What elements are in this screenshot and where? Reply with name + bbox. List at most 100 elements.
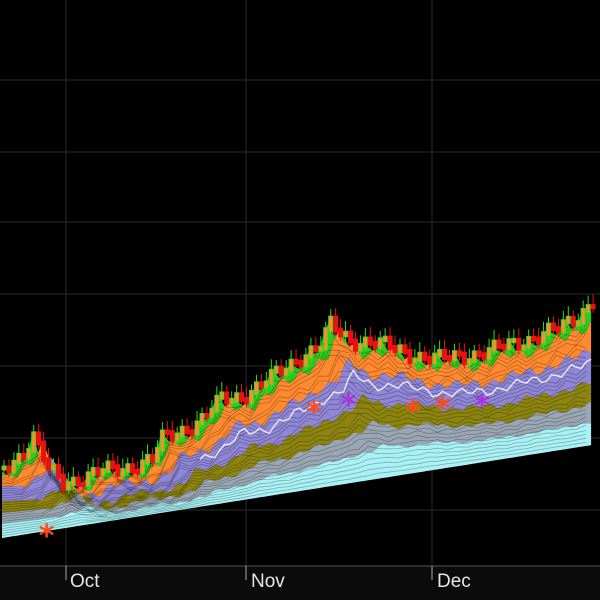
candle-body bbox=[288, 358, 294, 373]
candle-body bbox=[392, 345, 398, 354]
signal-marker-5: * bbox=[474, 389, 490, 424]
candle-body bbox=[501, 343, 507, 351]
candle-body bbox=[239, 392, 245, 402]
candle-body bbox=[105, 460, 111, 474]
candle-body bbox=[70, 476, 76, 487]
candle-body bbox=[546, 322, 551, 337]
candle-body bbox=[293, 358, 299, 365]
candle-body bbox=[476, 350, 482, 358]
candle-body bbox=[451, 350, 457, 362]
candle-body bbox=[154, 446, 160, 464]
candle-body bbox=[1, 465, 7, 471]
candle-body bbox=[536, 336, 542, 345]
candle-body bbox=[174, 432, 180, 442]
candle-body bbox=[229, 397, 235, 405]
candle-body bbox=[140, 459, 146, 475]
candle-body bbox=[51, 463, 56, 471]
candle-body bbox=[60, 473, 66, 491]
candle-body bbox=[491, 339, 497, 353]
candle-body bbox=[31, 431, 37, 454]
price-chart[interactable]: * * * * * * Oct Nov Dec bbox=[0, 0, 600, 600]
candle-body bbox=[343, 330, 349, 338]
candle-body bbox=[318, 345, 324, 353]
candle-body bbox=[486, 347, 492, 361]
candle-body bbox=[407, 349, 413, 365]
candle-body bbox=[308, 345, 314, 360]
candle-body bbox=[26, 448, 32, 461]
candle-body bbox=[447, 355, 452, 362]
candle-body bbox=[65, 481, 71, 491]
candle-body bbox=[214, 394, 220, 413]
candle-body bbox=[224, 391, 230, 405]
candle-body bbox=[362, 336, 368, 348]
x-tick-label-nov: Nov bbox=[251, 571, 285, 592]
candle-body bbox=[11, 459, 17, 474]
candle-body bbox=[268, 368, 274, 386]
candle-body bbox=[125, 463, 131, 474]
candle-body bbox=[164, 429, 170, 436]
candle-body bbox=[130, 463, 136, 474]
candle-body bbox=[204, 412, 210, 419]
candle-body bbox=[575, 320, 581, 327]
candle-body bbox=[550, 322, 556, 332]
candle-body bbox=[6, 465, 12, 474]
candle-body bbox=[278, 365, 284, 377]
candle-body bbox=[565, 315, 571, 325]
candle-body bbox=[585, 304, 591, 314]
candle-body bbox=[367, 336, 373, 346]
candle-body bbox=[120, 468, 126, 477]
candle-body bbox=[442, 349, 448, 361]
candle-body bbox=[412, 357, 418, 365]
candle-body bbox=[338, 327, 344, 338]
candle-body bbox=[313, 345, 319, 353]
candle-body bbox=[80, 481, 86, 488]
candle-body bbox=[199, 412, 205, 426]
candle-body bbox=[461, 351, 467, 366]
candle-body bbox=[323, 327, 329, 351]
signal-marker-1: * bbox=[306, 395, 322, 430]
candle-body bbox=[46, 457, 52, 471]
candle-body bbox=[348, 330, 353, 344]
candle-body bbox=[328, 315, 334, 333]
candle-body bbox=[100, 468, 106, 477]
candle-body bbox=[456, 350, 462, 357]
x-tick-label-dec: Dec bbox=[437, 571, 471, 592]
candle-body bbox=[531, 335, 537, 342]
x-tick-label-oct: Oct bbox=[70, 571, 100, 592]
candle-body bbox=[352, 338, 358, 352]
candle-body bbox=[145, 453, 151, 465]
candle-body bbox=[21, 452, 27, 461]
candle-body bbox=[95, 467, 101, 477]
candle-body bbox=[417, 351, 423, 363]
candle-body bbox=[244, 396, 250, 405]
signal-marker-4: * bbox=[435, 391, 451, 426]
candle-body bbox=[189, 429, 195, 436]
signal-marker-2: * bbox=[341, 388, 357, 423]
candle-body bbox=[466, 358, 472, 366]
candle-body bbox=[471, 350, 477, 364]
candle-body bbox=[298, 359, 304, 368]
candle-body bbox=[516, 337, 522, 351]
candle-body bbox=[506, 338, 512, 351]
candle-body bbox=[179, 425, 185, 438]
candle-body bbox=[258, 381, 264, 389]
candle-body bbox=[382, 335, 388, 343]
candle-body bbox=[541, 331, 547, 345]
candle-body bbox=[184, 425, 190, 435]
candle-body bbox=[219, 391, 225, 400]
candle-body bbox=[570, 315, 576, 327]
candle-body bbox=[333, 315, 339, 333]
candle-body bbox=[16, 452, 22, 465]
candle-body bbox=[526, 335, 532, 350]
candle-body bbox=[41, 440, 47, 463]
candle-body bbox=[159, 429, 165, 452]
candle-body bbox=[209, 407, 215, 419]
candle-body bbox=[422, 351, 428, 361]
candle-body bbox=[590, 304, 596, 310]
candle-body bbox=[432, 352, 438, 365]
candle-body bbox=[357, 342, 363, 352]
signal-marker-0: * bbox=[39, 519, 55, 554]
candle-body bbox=[521, 344, 527, 351]
candle-body bbox=[253, 381, 259, 395]
candle-body bbox=[194, 420, 200, 436]
